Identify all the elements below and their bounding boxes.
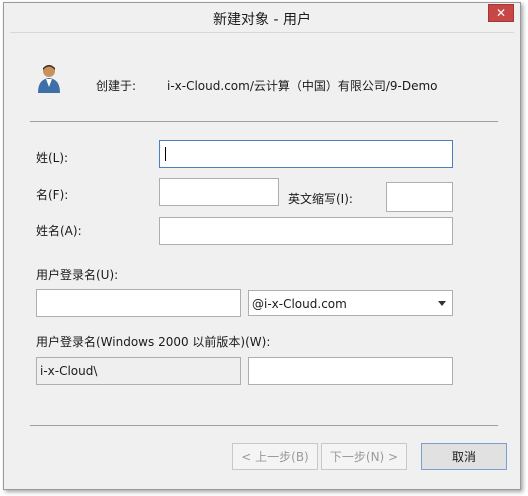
user-icon [38,65,60,93]
netbios-domain-field: i-x-Cloud\ [36,357,241,385]
domain-select-value: @i-x-Cloud.com [252,297,347,311]
pre2000-logon-label: 用户登录名(Windows 2000 以前版本)(W): [36,335,271,349]
separator-top [30,121,498,122]
new-user-dialog: 新建对象 - 用户 ✕ 创建于: i-x-Cloud.com/云计算（中国）有限… [3,2,521,490]
last-name-input[interactable] [159,140,453,168]
created-in-path: i-x-Cloud.com/云计算（中国）有限公司/9-Demo [167,79,438,93]
separator-bottom [30,425,498,426]
cancel-button[interactable]: 取消 [421,443,507,470]
back-button[interactable]: < 上一步(B) [232,443,318,470]
text-caret [165,147,166,161]
close-icon: ✕ [495,6,507,20]
close-button[interactable]: ✕ [488,4,514,22]
logon-name-input[interactable] [36,289,241,317]
dialog-content: 创建于: i-x-Cloud.com/云计算（中国）有限公司/9-Demo 姓(… [10,32,514,484]
full-name-label: 姓名(A): [36,224,82,238]
dialog-title: 新建对象 - 用户 [213,12,311,28]
created-in-label: 创建于: [96,79,137,93]
next-button[interactable]: 下一步(N) > [321,443,407,470]
netbios-domain-value: i-x-Cloud\ [40,364,98,378]
initials-input[interactable] [386,182,453,212]
domain-select[interactable]: @i-x-Cloud.com [248,290,453,316]
pre2000-logon-input[interactable] [248,357,453,385]
full-name-input[interactable] [159,217,453,245]
logon-name-label: 用户登录名(U): [36,268,119,282]
title-bar: 新建对象 - 用户 ✕ [4,3,520,31]
last-name-label: 姓(L): [36,151,69,165]
initials-label: 英文缩写(I): [288,192,353,206]
first-name-label: 名(F): [36,188,69,202]
chevron-down-icon [438,301,446,306]
first-name-input[interactable] [159,178,279,206]
